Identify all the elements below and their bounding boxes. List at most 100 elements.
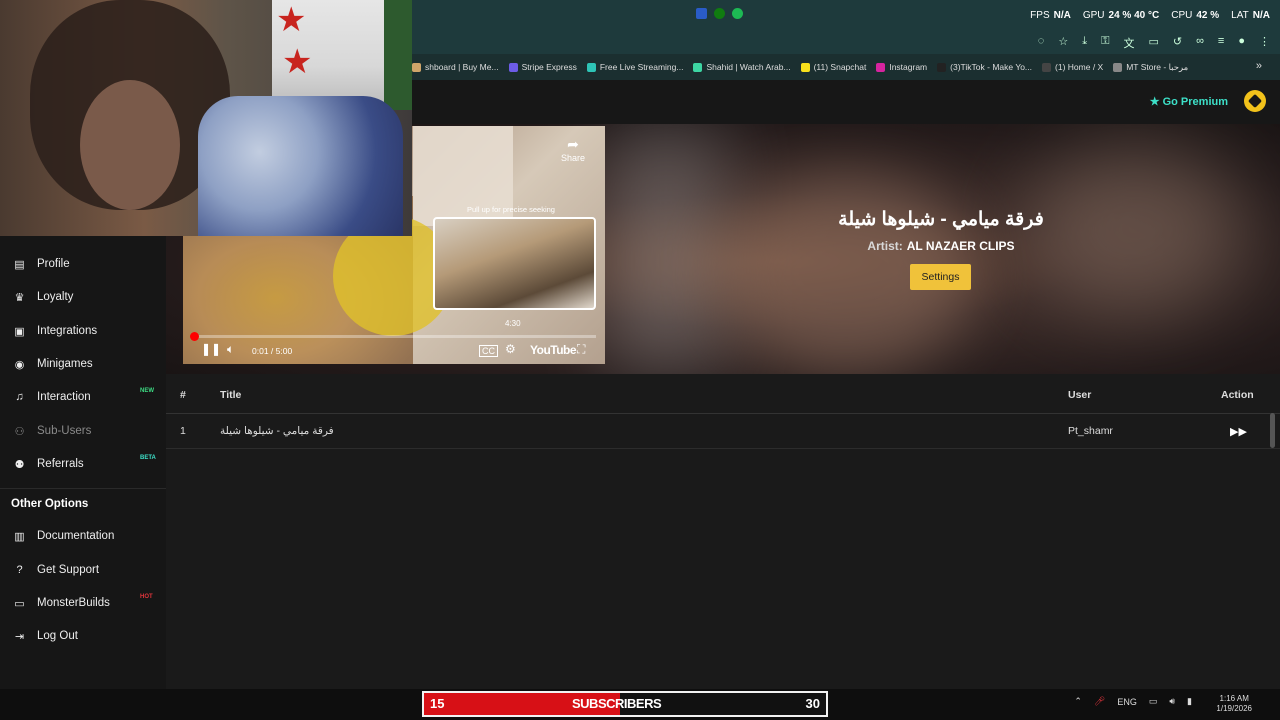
fullscreen-icon[interactable]: ⛶: [577, 342, 585, 357]
share-button[interactable]: ➦ Share: [561, 136, 585, 163]
bookmark-icon: [800, 62, 810, 72]
app-logo[interactable]: [1244, 90, 1266, 112]
bookmark-streaming[interactable]: Free Live Streaming...: [586, 62, 684, 72]
pause-icon[interactable]: ❚❚: [201, 342, 221, 356]
key-icon[interactable]: ⚿: [1101, 35, 1109, 51]
person: [80, 80, 180, 210]
laptop-icon: ▭: [14, 597, 25, 610]
sidebar-item-label: Minigames: [37, 358, 93, 370]
volume-icon[interactable]: 🔈︎: [227, 342, 234, 357]
network-icon[interactable]: ▭: [1149, 696, 1158, 707]
profile-avatar-icon[interactable]: ●: [1238, 35, 1245, 51]
skip-forward-icon[interactable]: ▶▶: [1230, 425, 1247, 438]
artist-label: Artist:: [867, 239, 903, 253]
xbox-icon[interactable]: [714, 8, 725, 19]
column-header-user: User: [1068, 389, 1092, 401]
bookmark-label: Free Live Streaming...: [599, 62, 684, 72]
microphone-icon[interactable]: 🎤︎: [1094, 696, 1105, 707]
bookmark-tiktok[interactable]: (3)TikTok - Make Yo...: [937, 62, 1032, 72]
bookmark-label: (11) Snapchat: [813, 62, 867, 72]
bookmark-icon: [412, 62, 421, 72]
id-card-icon: ▤: [14, 258, 25, 271]
star-icon: ★: [1149, 96, 1160, 108]
sidebar-item-profile[interactable]: ▤ Profile: [0, 249, 166, 279]
battery-icon[interactable]: ▮: [1187, 696, 1192, 707]
bookmark-icon: [1113, 62, 1123, 72]
lat-value: N/A: [1252, 10, 1270, 21]
gpu-usage: 24 %: [1108, 10, 1132, 21]
link-icon[interactable]: ∞: [1196, 35, 1204, 51]
users-icon: ⚇: [14, 425, 25, 438]
other-options-heading: Other Options: [11, 498, 89, 510]
beta-badge: BETA: [140, 455, 156, 461]
taskbar-app-icons: [696, 8, 743, 19]
bookmark-icon: [876, 62, 886, 72]
screen: FPS N/A GPU 24 % 40 °C CPU 42 % LAT N/A ◌ ☆ …: [0, 0, 1280, 720]
row-user: Pt_shamr: [1068, 425, 1113, 437]
sidebar-item-referrals[interactable]: ⚉ Referrals BETA: [0, 449, 166, 479]
clock[interactable]: 1:16 AM 1/19/2026: [1216, 694, 1252, 714]
hero-background: [606, 124, 726, 374]
bookmarks-overflow-icon[interactable]: »: [1256, 60, 1262, 72]
sidebar-item-loyalty[interactable]: ♛ Loyalty: [0, 282, 166, 312]
seek-preview-time: 4:30: [505, 319, 521, 328]
lat-label: LAT: [1231, 10, 1249, 21]
sidebar-item-get-support[interactable]: ? Get Support: [0, 555, 166, 585]
gamepad-icon: ◉: [14, 358, 25, 371]
bookmark-icon: [508, 62, 518, 72]
bookmark-instagram[interactable]: Instagram: [876, 62, 927, 72]
youtube-logo[interactable]: YouTube: [530, 343, 577, 357]
player-controls: ❚❚ 🔈︎ 0:01 / 5:00 CC ⚙ YouTube ⛶: [183, 340, 605, 364]
captions-icon[interactable]: CC: [479, 345, 498, 357]
download-icon[interactable]: ⤓: [1082, 35, 1087, 51]
bookmark-shahid[interactable]: Shahid | Watch Arab...: [693, 62, 791, 72]
bookmark-stripe[interactable]: Stripe Express: [508, 62, 577, 72]
eye-off-icon[interactable]: ◌: [1038, 35, 1045, 51]
bookmark-mtstore[interactable]: MT Store - مرحبا: [1113, 62, 1188, 73]
sidebar-item-label: Get Support: [37, 564, 100, 576]
chevron-up-icon[interactable]: ⌃: [1074, 696, 1082, 707]
fps-value: N/A: [1053, 10, 1071, 21]
bookmark-snapchat[interactable]: (11) Snapchat: [800, 62, 867, 72]
history-icon[interactable]: ↺: [1173, 35, 1182, 51]
music-icon: ♫: [15, 391, 24, 403]
sidebar-item-sub-users[interactable]: ⚇ Sub-Users: [0, 416, 166, 446]
bookmark-label: Stripe Express: [521, 62, 577, 72]
star-icon[interactable]: ☆: [1058, 35, 1068, 51]
sidebar-item-monsterbuilds[interactable]: ▭ MonsterBuilds HOT: [0, 588, 166, 618]
sidebar-item-minigames[interactable]: ◉ Minigames: [0, 349, 166, 379]
sidebar-item-label: MonsterBuilds: [37, 597, 110, 609]
media-icon[interactable]: ≡: [1218, 35, 1224, 51]
sidebar-item-documentation[interactable]: ▥ Documentation: [0, 521, 166, 551]
table-row[interactable]: 1 فرقة ميامي - شيلوها شيلة Pt_shamr ▶▶: [166, 414, 1280, 449]
bookmark-buymeacoffee[interactable]: shboard | Buy Me...: [412, 62, 499, 72]
scrollbar[interactable]: [1270, 413, 1275, 448]
gear-icon[interactable]: ⚙: [505, 342, 516, 356]
go-premium-button[interactable]: ★ Go Premium: [1149, 95, 1228, 109]
translate-icon[interactable]: 文: [1123, 35, 1134, 51]
star-icon: ★: [282, 43, 313, 81]
bookmark-icon: [586, 62, 596, 72]
gpu-label: GPU: [1082, 10, 1105, 21]
sidebar-item-label: Loyalty: [37, 291, 74, 303]
sidebar-item-integrations[interactable]: ▣ Integrations: [0, 316, 166, 346]
bookmark-label: shboard | Buy Me...: [425, 62, 499, 72]
settings-button[interactable]: Settings: [910, 264, 971, 290]
share-icon: ➦: [567, 136, 579, 152]
clock-date: 1/19/2026: [1216, 704, 1252, 713]
webcam-overlay: ★ ★: [0, 0, 412, 236]
sidebar-item-label: Documentation: [37, 530, 115, 542]
sidebar-item-interaction[interactable]: ♫ Interaction NEW: [0, 382, 166, 412]
spotify-icon[interactable]: [732, 8, 743, 19]
app-icon[interactable]: [696, 8, 707, 19]
sidebar-item-log-out[interactable]: ⇥ Log Out: [0, 621, 166, 651]
kebab-menu-icon[interactable]: ⋮: [1259, 35, 1270, 51]
gpu-temp: 40 °C: [1134, 10, 1160, 21]
row-title: فرقة ميامي - شيلوها شيلة: [220, 425, 334, 437]
language-indicator[interactable]: ENG: [1117, 697, 1137, 707]
bookmark-x[interactable]: (1) Home / X: [1042, 62, 1103, 72]
card-icon[interactable]: ▭: [1148, 35, 1158, 51]
bookmark-label: (1) Home / X: [1055, 62, 1104, 72]
progress-bar[interactable]: [193, 335, 596, 338]
speaker-icon[interactable]: 🔊︎: [1169, 696, 1175, 707]
